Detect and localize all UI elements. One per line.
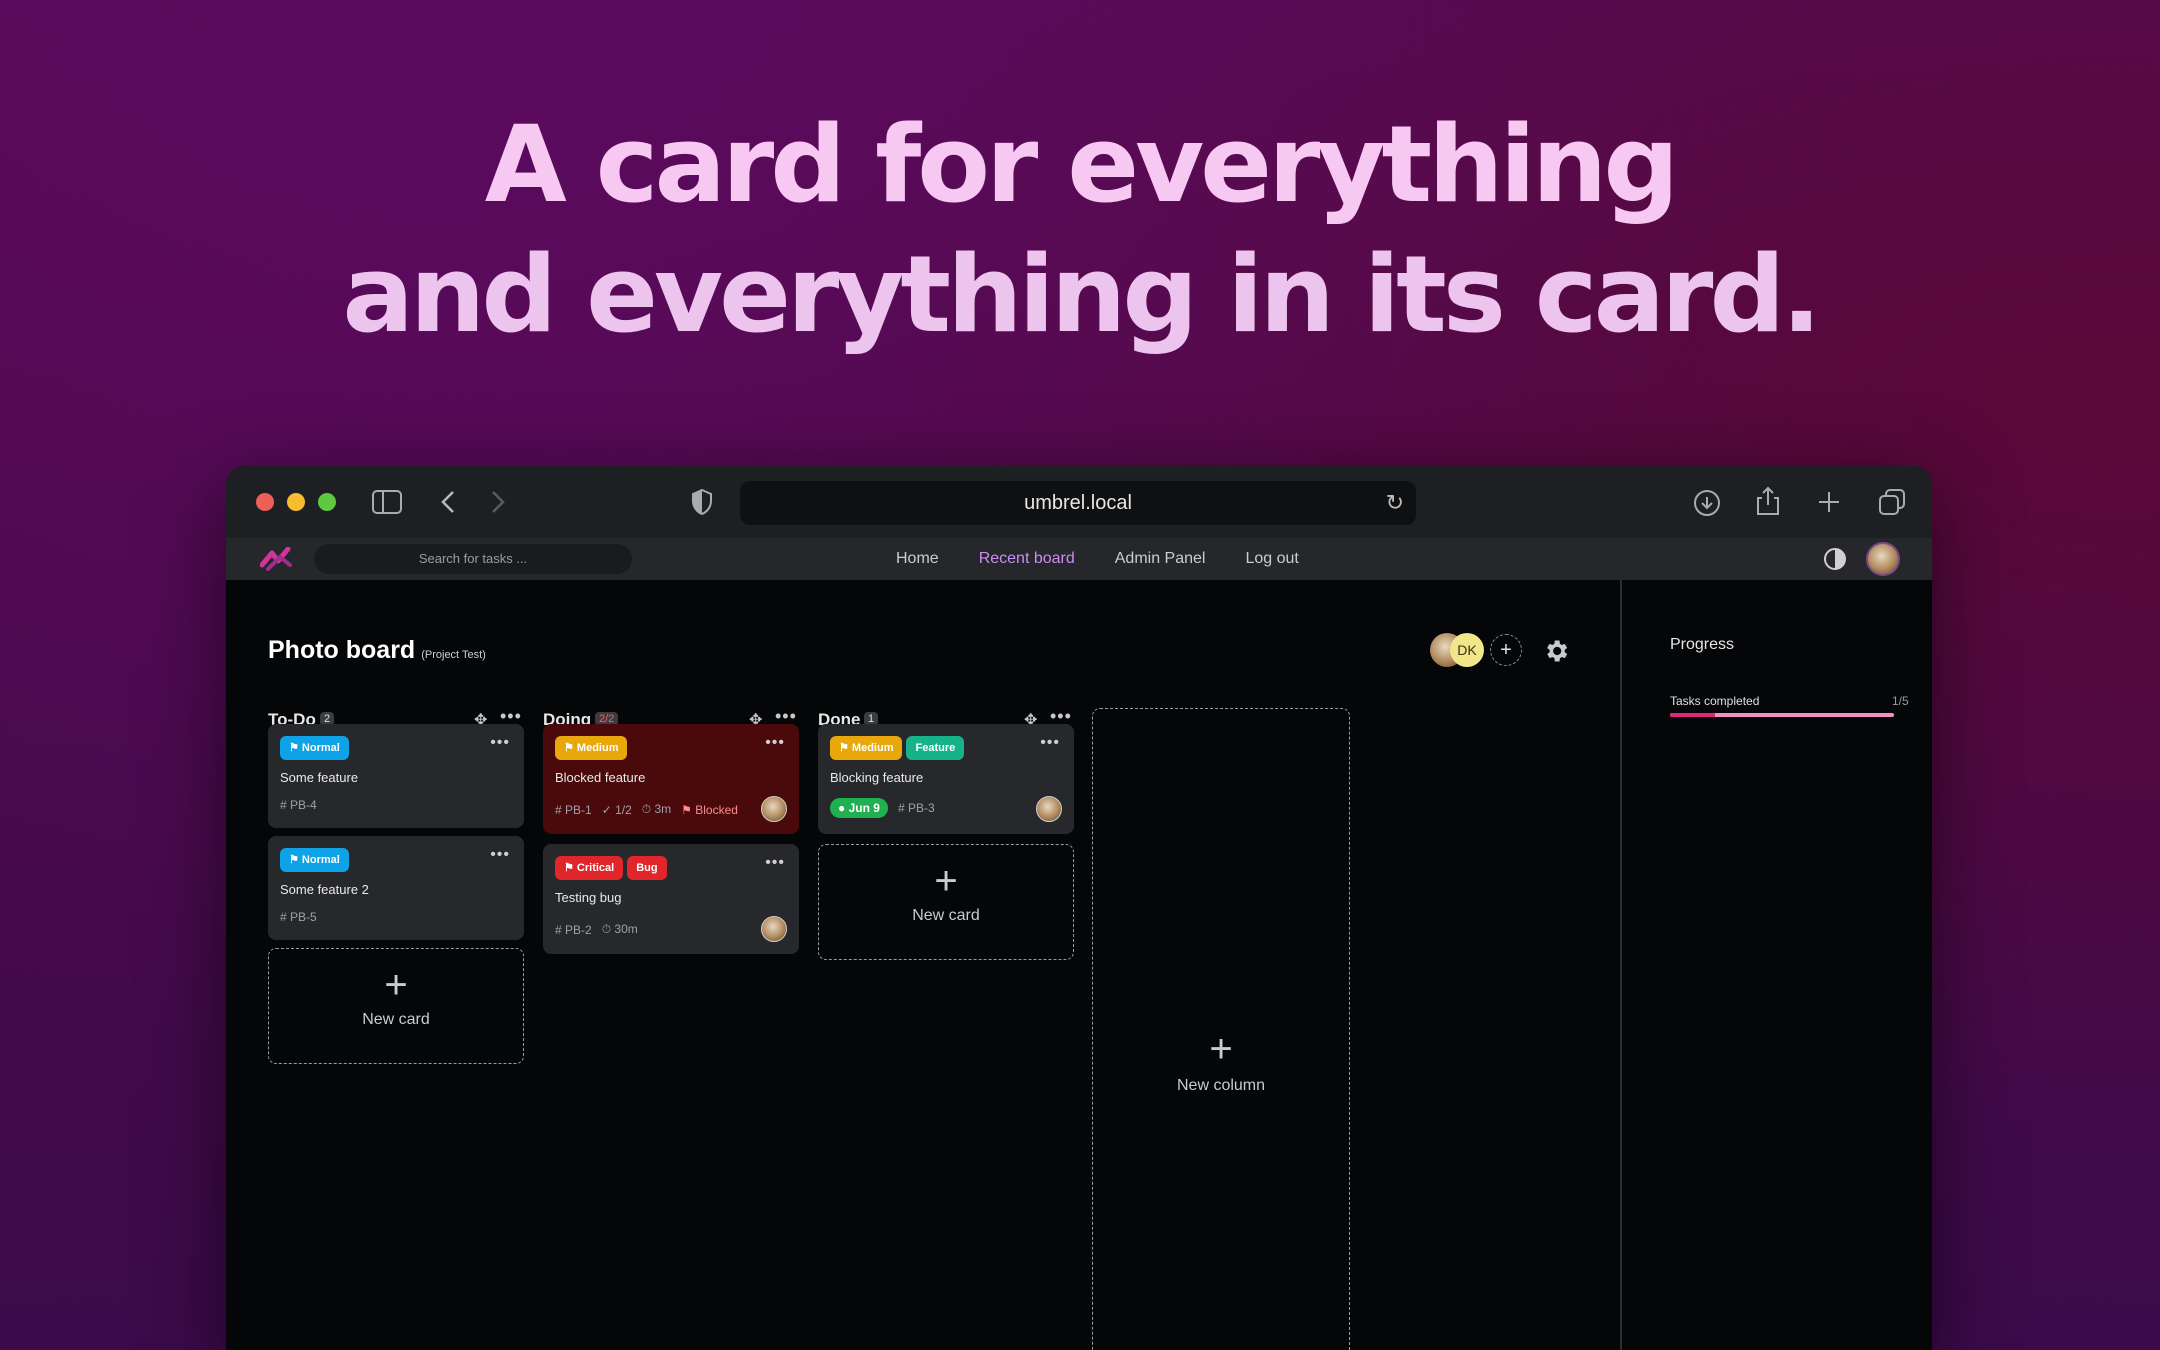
card[interactable]: ⚑ Normal ••• Some feature # PB-4 — [268, 724, 524, 828]
gear-icon[interactable] — [1542, 637, 1570, 665]
download-icon[interactable] — [1693, 489, 1721, 517]
progress-panel: Progress Tasks completed 1/5 — [1620, 580, 1932, 1350]
url-text: umbrel.local — [1024, 492, 1132, 514]
card-meta: # PB-5 — [280, 910, 317, 924]
progress-bar — [1670, 713, 1894, 717]
card-id: # PB-2 — [555, 922, 592, 937]
add-member-button[interactable]: + — [1490, 634, 1522, 666]
window-controls — [256, 493, 336, 511]
card-menu-icon[interactable]: ••• — [765, 734, 785, 752]
card-id: # PB-3 — [897, 801, 935, 815]
hero-headline: A card for everything and everything in … — [0, 100, 2160, 360]
main-nav: Home Recent board Admin Panel Log out — [896, 538, 1299, 580]
theme-toggle-icon[interactable] — [1823, 547, 1847, 571]
card[interactable]: ⚑ Critical Bug ••• Testing bug # PB-2 ⏱ … — [543, 844, 799, 954]
browser-toolbar: umbrel.local ↻ — [226, 466, 1932, 538]
card-id: # PB-5 — [280, 910, 317, 924]
assignee-avatar[interactable] — [1036, 796, 1062, 822]
hero-line-1: A card for everything — [484, 103, 1680, 226]
progress-title: Progress — [1670, 636, 1735, 653]
shield-icon[interactable] — [691, 489, 713, 515]
card-meta: # PB-4 — [280, 798, 317, 812]
new-card-button[interactable]: + New card — [268, 948, 524, 1064]
priority-tag: ⚑ Normal — [280, 736, 349, 760]
app-logo-icon[interactable] — [260, 547, 294, 571]
nav-recent-board[interactable]: Recent board — [979, 538, 1075, 580]
nav-log-out[interactable]: Log out — [1245, 538, 1298, 580]
hero-line-2: and everything in its card. — [342, 233, 1821, 356]
search-input[interactable]: Search for tasks ... — [314, 544, 632, 574]
card-menu-icon[interactable]: ••• — [490, 846, 510, 864]
member-avatar-initials[interactable]: DK — [1450, 633, 1484, 667]
time-estimate: ⏱ 3m — [641, 802, 672, 816]
close-window-button[interactable] — [256, 493, 274, 511]
share-icon[interactable] — [1756, 486, 1780, 516]
card-title: Testing bug — [555, 890, 622, 905]
board-title: Photo board (Project Test) — [268, 636, 486, 665]
card-title: Blocking feature — [830, 770, 924, 785]
column-todo: To-Do 2 ✥ ••• ⚑ Normal ••• Some feature … — [268, 706, 524, 1064]
card-title: Blocked feature — [555, 770, 646, 785]
app-navbar: Search for tasks ... Home Recent board A… — [226, 538, 1932, 580]
nav-admin-panel[interactable]: Admin Panel — [1115, 538, 1206, 580]
board-area: Photo board (Project Test) DK + To-Do 2 ✥… — [226, 580, 1620, 1350]
user-avatar[interactable] — [1866, 542, 1900, 576]
tabs-overview-icon[interactable] — [1878, 488, 1906, 516]
address-bar[interactable]: umbrel.local ↻ — [740, 481, 1416, 525]
board-project: (Project Test) — [421, 649, 486, 661]
progress-value: 1/5 — [1892, 694, 1909, 708]
minimize-window-button[interactable] — [287, 493, 305, 511]
plus-icon: + — [934, 859, 958, 903]
card[interactable]: ⚑ Normal ••• Some feature 2 # PB-5 — [268, 836, 524, 940]
card[interactable]: ⚑ Medium Feature ••• Blocking feature ● … — [818, 724, 1074, 834]
plus-icon: + — [1209, 1027, 1233, 1071]
column-done: Done 1 ✥ ••• ⚑ Medium Feature ••• Blocki… — [818, 706, 1074, 960]
assignee-avatar[interactable] — [761, 796, 787, 822]
forward-icon[interactable] — [490, 490, 506, 514]
priority-tag: ⚑ Medium — [830, 736, 903, 760]
column-doing: Doing 2/2 ✥ ••• ⚑ Medium ••• Blocked fea… — [543, 706, 799, 954]
nav-home[interactable]: Home — [896, 538, 939, 580]
due-date-badge: ● Jun 9 — [830, 798, 888, 818]
progress-label: Tasks completed — [1670, 694, 1760, 708]
new-card-label: New card — [362, 1011, 430, 1028]
new-card-label: New card — [912, 907, 980, 924]
new-column-button[interactable]: + New column — [1092, 708, 1350, 1350]
new-column-label: New column — [1176, 1077, 1266, 1094]
assignee-avatar[interactable] — [761, 916, 787, 942]
type-tag: Bug — [627, 856, 667, 880]
back-icon[interactable] — [440, 490, 456, 514]
type-tag: Feature — [906, 736, 965, 760]
card-meta: # PB-2 ⏱ 30m — [555, 922, 638, 937]
card-title: Some feature — [280, 770, 359, 785]
priority-tag: ⚑ Medium — [555, 736, 628, 760]
checklist-count: ✓ 1/2 — [601, 802, 632, 817]
sidebar-toggle-icon[interactable] — [372, 490, 402, 514]
blocked-status: ⚑ Blocked — [681, 802, 738, 817]
card[interactable]: ⚑ Medium ••• Blocked feature # PB-1 ✓ 1/… — [543, 724, 799, 834]
card-menu-icon[interactable]: ••• — [1040, 734, 1060, 752]
card-title: Some feature 2 — [280, 882, 369, 897]
card-meta: # PB-1 ✓ 1/2 ⏱ 3m ⚑ Blocked — [555, 802, 738, 817]
new-tab-icon[interactable] — [1818, 491, 1840, 513]
plus-icon: + — [384, 963, 408, 1007]
card-menu-icon[interactable]: ••• — [490, 734, 510, 752]
board-name: Photo board — [268, 636, 416, 664]
priority-tag: ⚑ Normal — [280, 848, 349, 872]
maximize-window-button[interactable] — [318, 493, 336, 511]
card-meta: ● Jun 9 # PB-3 — [830, 798, 935, 818]
card-id: # PB-1 — [555, 802, 592, 817]
priority-tag: ⚑ Critical — [555, 856, 624, 880]
time-estimate: ⏱ 30m — [601, 922, 638, 936]
browser-window: umbrel.local ↻ Search for tasks ... Home… — [226, 466, 1932, 1350]
progress-bar-fill — [1670, 713, 1715, 717]
card-menu-icon[interactable]: ••• — [765, 854, 785, 872]
new-card-button[interactable]: + New card — [818, 844, 1074, 960]
reload-icon[interactable]: ↻ — [1386, 481, 1404, 525]
card-id: # PB-4 — [280, 798, 317, 812]
